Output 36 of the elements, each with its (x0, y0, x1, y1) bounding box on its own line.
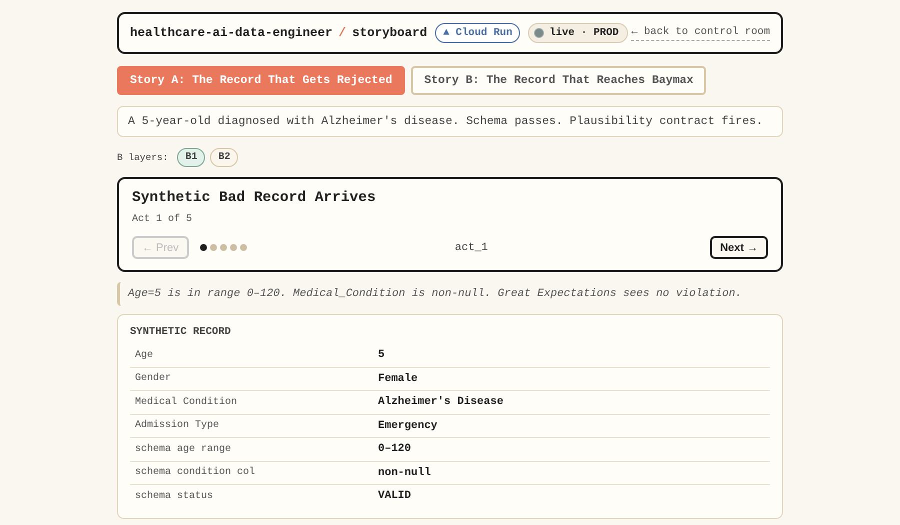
field-name: schema condition col (135, 467, 256, 478)
field-value: Female (378, 372, 418, 385)
field-value: Alzheimer's Disease (378, 396, 504, 408)
act-counter: Act 1 of 5 (132, 214, 194, 225)
progress-dot-icon[interactable] (200, 244, 207, 251)
field-name: schema status (135, 490, 214, 502)
field-name: schema age range (135, 444, 232, 455)
field-value: non-null (378, 466, 431, 479)
field-name: Medical Condition (135, 396, 238, 408)
progress-dot-icon[interactable] (220, 244, 227, 251)
status-label: live · PROD (549, 27, 619, 39)
platform-badge: ▲ Cloud Run (435, 23, 520, 43)
story-tab[interactable]: Story B: The Record That Reaches Baymax (411, 66, 706, 95)
field-value: Emergency (378, 420, 438, 432)
back-link[interactable]: ← back to control room (631, 26, 770, 40)
field-value: VALID (378, 490, 412, 502)
layer-chip[interactable]: B1 (177, 148, 206, 167)
path-separator: / (338, 26, 346, 40)
progress-dot-icon[interactable] (240, 244, 247, 251)
record-title: SYNTHETIC RECORD (130, 326, 232, 338)
progress-dot-icon[interactable] (230, 244, 237, 251)
field-name: Gender (135, 373, 172, 384)
field-value: 5 (378, 349, 385, 362)
act-title: Synthetic Bad Record Arrives (132, 190, 377, 206)
field-name: Admission Type (135, 420, 220, 432)
page-name: storyboard (352, 26, 428, 40)
progress-dot-icon[interactable] (210, 244, 217, 251)
note-text: Age=5 is in range 0–120. Medical_Condition is non-null. Great Expectations sees no violation. (117, 282, 783, 306)
layers-label: B layers: (117, 152, 168, 163)
project-name: healthcare-ai-data-engineer (130, 26, 333, 40)
act-id: act_1 (454, 242, 489, 254)
summary-text: A 5-year-old diagnosed with Alzheimer's disease. Schema passes. Plausibility contract fires. (117, 106, 783, 137)
field-value: 0–120 (378, 443, 412, 456)
next-button[interactable]: Next → (710, 236, 768, 259)
layer-chip[interactable]: B2 (210, 148, 238, 167)
field-name: Age (135, 350, 154, 361)
